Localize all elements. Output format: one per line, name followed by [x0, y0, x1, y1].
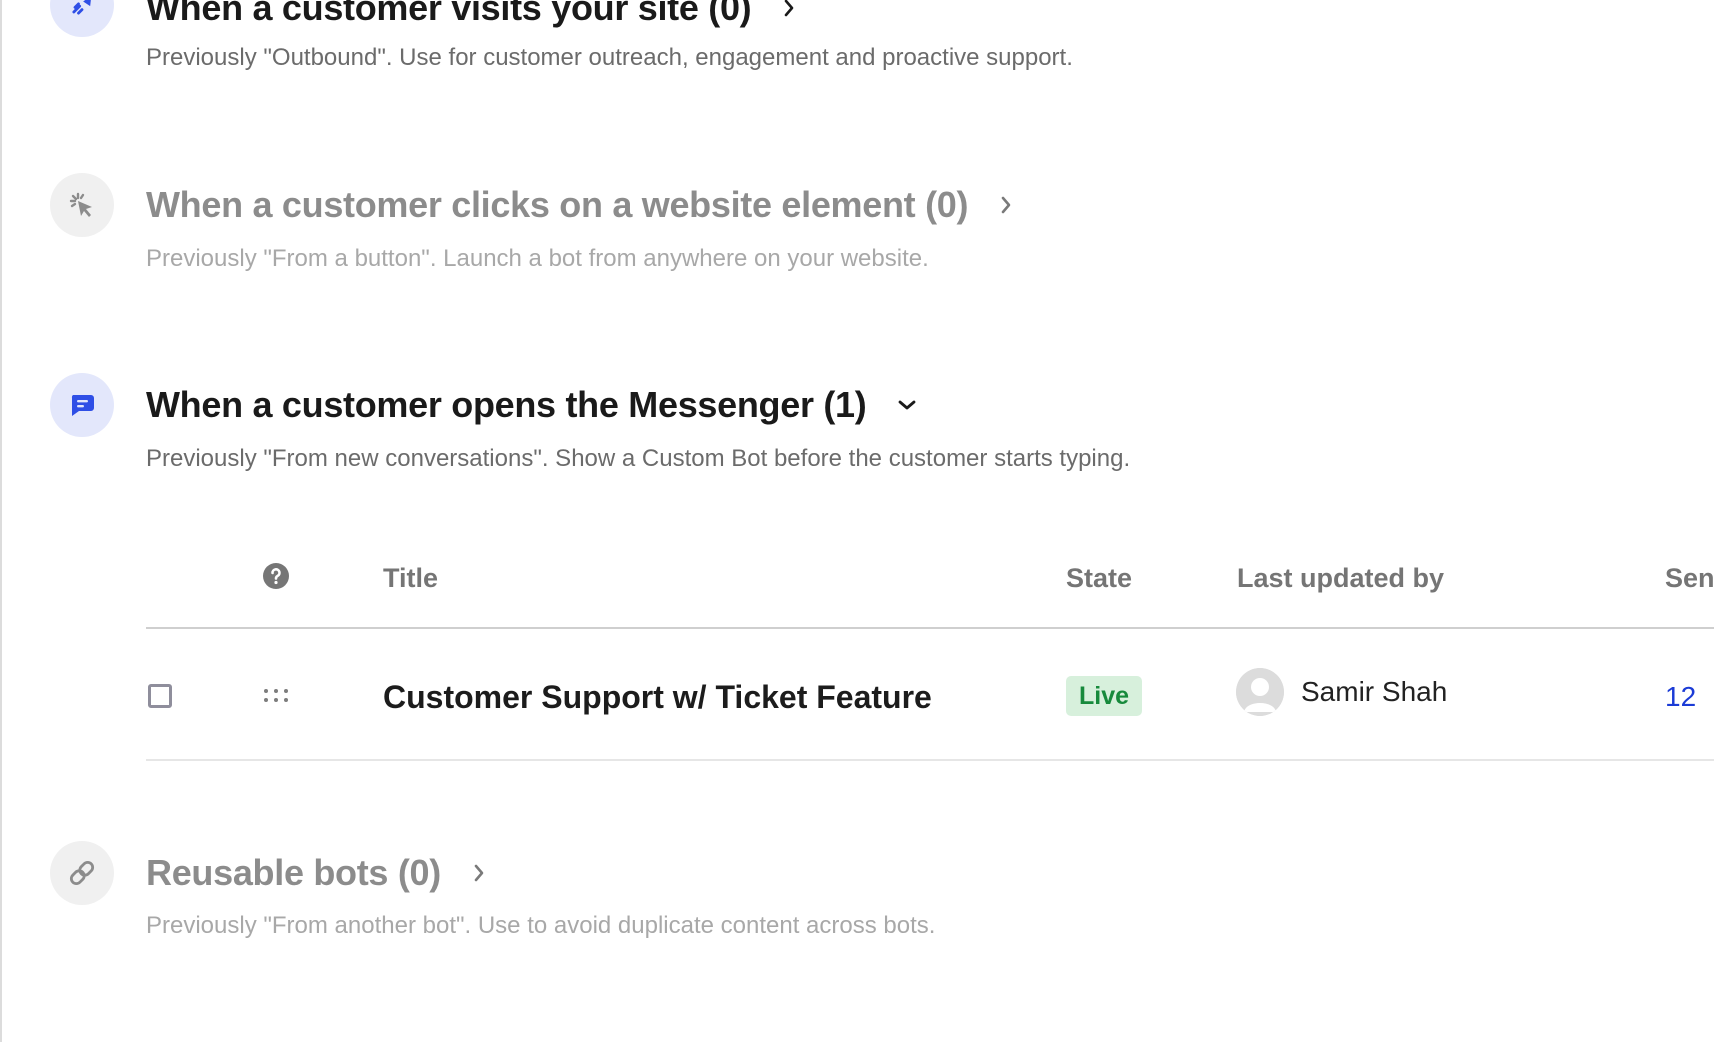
drag-handle-icon[interactable]	[262, 687, 290, 703]
user-placeholder-icon	[1236, 668, 1284, 716]
section-clicks-icon-badge	[50, 173, 114, 237]
last-updated-by-name: Samir Shah	[1301, 676, 1448, 707]
section-reusable-header[interactable]: Reusable bots (0)	[146, 851, 487, 895]
link-icon	[69, 860, 95, 886]
sent-count-link[interactable]: 12	[1665, 680, 1696, 714]
status-badge: Live	[1066, 676, 1143, 716]
chevron-right-icon[interactable]	[998, 194, 1014, 216]
table-row-divider	[146, 759, 1714, 761]
cursor-click-icon	[69, 192, 92, 217]
section-reusable-title: Reusable bots (0)	[146, 852, 441, 893]
column-header-title[interactable]: Title	[383, 562, 438, 594]
section-clicks-title: When a customer clicks on a website elem…	[146, 184, 969, 225]
table-header-divider	[146, 627, 1714, 629]
bot-title-link[interactable]: Customer Support w/ Ticket Feature	[383, 678, 932, 716]
column-header-last-updated-by[interactable]: Last updated by	[1237, 562, 1444, 594]
chevron-right-icon[interactable]	[471, 862, 487, 884]
section-visits-subtitle: Previously "Outbound". Use for customer …	[146, 44, 1073, 71]
section-messenger-icon-badge	[50, 373, 114, 437]
section-reusable-subtitle: Previously "From another bot". Use to av…	[146, 912, 936, 939]
section-visits-title: When a customer visits your site (0)	[146, 0, 752, 28]
section-visits-icon-badge	[50, 0, 114, 37]
chevron-down-icon[interactable]	[896, 397, 918, 413]
section-clicks-subtitle: Previously "From a button". Launch a bot…	[146, 245, 929, 272]
column-header-sent[interactable]: Sen	[1665, 562, 1714, 594]
avatar	[1236, 668, 1284, 716]
visit-site-icon	[72, 0, 91, 15]
chevron-right-icon[interactable]	[781, 0, 797, 19]
row-checkbox[interactable]	[148, 684, 172, 708]
section-messenger-header[interactable]: When a customer opens the Messenger (1)	[146, 383, 918, 427]
chat-bubble-icon	[71, 395, 94, 416]
section-reusable-icon-badge	[50, 841, 114, 905]
section-clicks-header[interactable]: When a customer clicks on a website elem…	[146, 183, 1014, 227]
section-visits-header[interactable]: When a customer visits your site (0)	[146, 0, 797, 30]
page-left-border	[0, 0, 2, 1042]
section-messenger-subtitle: Previously "From new conversations". Sho…	[146, 445, 1131, 472]
column-header-state[interactable]: State	[1066, 562, 1132, 594]
help-icon[interactable]	[262, 562, 290, 590]
section-messenger-title: When a customer opens the Messenger (1)	[146, 384, 867, 425]
